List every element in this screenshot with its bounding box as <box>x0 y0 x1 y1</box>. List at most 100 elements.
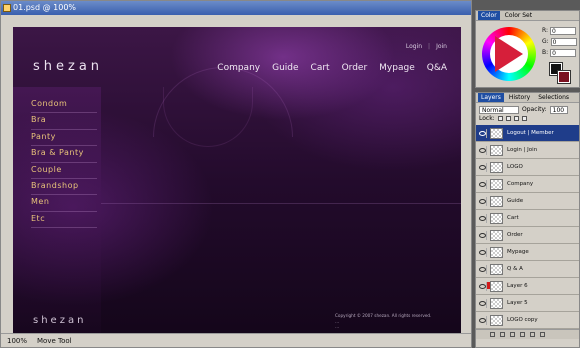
visibility-eye-icon[interactable] <box>478 281 487 291</box>
layer-row[interactable]: Guide <box>476 193 579 210</box>
layer-name: Cart <box>507 215 519 221</box>
layer-row[interactable]: Q & A <box>476 261 579 278</box>
nav-order[interactable]: Order <box>342 63 368 73</box>
color-panel-body: R: 0 G: 0 B: 0 <box>476 21 579 87</box>
main-nav: Company Guide Cart Order Mypage Q&A <box>217 63 447 73</box>
menu-item-men[interactable]: Men <box>31 195 97 212</box>
web-design-canvas[interactable]: shezan Login | Join Company Guide Cart O… <box>13 27 461 333</box>
tab-color-set[interactable]: Color Set <box>502 11 535 20</box>
visibility-eye-icon[interactable] <box>478 162 487 172</box>
color-panel: Color Color Set R: 0 G: 0 B: 0 <box>475 10 580 88</box>
blend-mode-select[interactable]: Normal <box>479 105 519 114</box>
layer-name: Order <box>507 232 523 238</box>
layers-bottom-toolbar <box>476 329 579 339</box>
visibility-eye-icon[interactable] <box>478 230 487 240</box>
menu-item-bra[interactable]: Bra <box>31 113 97 130</box>
background-color-swatch[interactable] <box>557 70 571 84</box>
visibility-eye-icon[interactable] <box>478 213 487 223</box>
tab-history[interactable]: History <box>506 93 533 102</box>
layer-row[interactable]: Layer 6 <box>476 278 579 295</box>
layer-row[interactable]: Order <box>476 227 579 244</box>
layer-row[interactable]: Mypage <box>476 244 579 261</box>
layer-name: Company <box>507 181 534 187</box>
tab-layers[interactable]: Layers <box>478 93 504 102</box>
lock-all-icon[interactable] <box>521 115 527 121</box>
menu-item-etc[interactable]: Etc <box>31 212 97 229</box>
layer-thumbnail <box>490 144 503 156</box>
document-window[interactable]: 01.psd @ 100% shezan Login | Join Compan… <box>0 0 472 348</box>
color-triangle[interactable] <box>495 36 523 72</box>
layer-row[interactable]: LOGO <box>476 159 579 176</box>
swirl-decoration <box>163 87 253 147</box>
utility-links: Login | Join <box>406 43 447 50</box>
visibility-eye-icon[interactable] <box>478 179 487 189</box>
layers-panel-tabs: Layers History Selections <box>476 93 579 103</box>
link-layers-icon[interactable] <box>490 332 495 337</box>
layer-thumbnail <box>490 297 503 309</box>
layer-row[interactable]: LOGO copy <box>476 312 579 329</box>
layer-thumbnail <box>490 127 503 139</box>
nav-company[interactable]: Company <box>217 63 260 73</box>
layer-link-marker <box>487 282 490 289</box>
r-row: R: 0 <box>542 25 578 36</box>
site-logo[interactable]: shezan <box>33 59 103 74</box>
new-group-icon[interactable] <box>520 332 525 337</box>
visibility-eye-icon[interactable] <box>478 315 487 325</box>
lock-pixels-icon[interactable] <box>505 115 511 121</box>
menu-item-panty[interactable]: Panty <box>31 130 97 147</box>
opacity-input[interactable]: 100 <box>549 105 568 114</box>
zoom-level[interactable]: 100% <box>7 334 27 347</box>
document-statusbar: 100% Move Tool <box>1 333 471 347</box>
login-link[interactable]: Login <box>406 43 422 50</box>
lock-transparency-icon[interactable] <box>497 115 503 121</box>
psd-file-icon <box>3 4 11 12</box>
menu-item-couple[interactable]: Couple <box>31 163 97 179</box>
layer-style-icon[interactable] <box>500 332 505 337</box>
visibility-eye-icon[interactable] <box>478 196 487 206</box>
visibility-eye-icon[interactable] <box>478 264 487 274</box>
lock-position-icon[interactable] <box>513 115 519 121</box>
visibility-eye-icon[interactable] <box>478 145 487 155</box>
menu-item-brandshop[interactable]: Brandshop <box>31 179 97 196</box>
tab-color[interactable]: Color <box>478 11 500 20</box>
menu-item-bra-panty[interactable]: Bra & Panty <box>31 146 97 163</box>
join-link[interactable]: Join <box>436 43 447 50</box>
footer-copyright: Copyright © 2007 shezan. All rights rese… <box>335 313 445 333</box>
nav-mypage[interactable]: Mypage <box>379 63 415 73</box>
b-input[interactable]: 0 <box>550 48 577 57</box>
current-tool: Move Tool <box>37 337 72 345</box>
util-separator: | <box>428 43 431 50</box>
new-layer-icon[interactable] <box>530 332 535 337</box>
tab-selections[interactable]: Selections <box>535 93 572 102</box>
r-label: R: <box>542 27 549 34</box>
r-input[interactable]: 0 <box>550 26 577 35</box>
delete-layer-icon[interactable] <box>540 332 545 337</box>
color-wheel[interactable] <box>482 27 536 81</box>
blend-row: Normal Opacity: 100 <box>479 105 576 114</box>
layer-mask-icon[interactable] <box>510 332 515 337</box>
visibility-eye-icon[interactable] <box>478 128 487 138</box>
nav-guide[interactable]: Guide <box>272 63 298 73</box>
layer-thumbnail <box>490 280 503 292</box>
layer-row[interactable]: Login | Join <box>476 142 579 159</box>
menu-item-condom[interactable]: Condom <box>31 97 97 114</box>
layer-name: Mypage <box>507 249 529 255</box>
layer-row[interactable]: Logout | Member <box>476 125 579 142</box>
layer-row[interactable]: Layer 5 <box>476 295 579 312</box>
document-titlebar[interactable]: 01.psd @ 100% <box>1 1 471 15</box>
nav-qna[interactable]: Q&A <box>427 63 447 73</box>
g-input[interactable]: 0 <box>550 37 577 46</box>
layer-name: Login | Join <box>507 147 538 153</box>
visibility-eye-icon[interactable] <box>478 298 487 308</box>
layer-row[interactable]: Cart <box>476 210 579 227</box>
layer-row[interactable]: Company <box>476 176 579 193</box>
visibility-eye-icon[interactable] <box>478 247 487 257</box>
content-divider <box>101 203 461 204</box>
photoshop-workspace: 01.psd @ 100% shezan Login | Join Compan… <box>0 0 580 348</box>
layer-name: Q & A <box>507 266 523 272</box>
nav-cart[interactable]: Cart <box>311 63 330 73</box>
layers-toolbar: Normal Opacity: 100 Lock: <box>476 103 579 125</box>
document-title: 01.psd @ 100% <box>13 3 77 12</box>
layer-name: Guide <box>507 198 524 204</box>
canvas-area[interactable]: shezan Login | Join Company Guide Cart O… <box>1 15 471 333</box>
